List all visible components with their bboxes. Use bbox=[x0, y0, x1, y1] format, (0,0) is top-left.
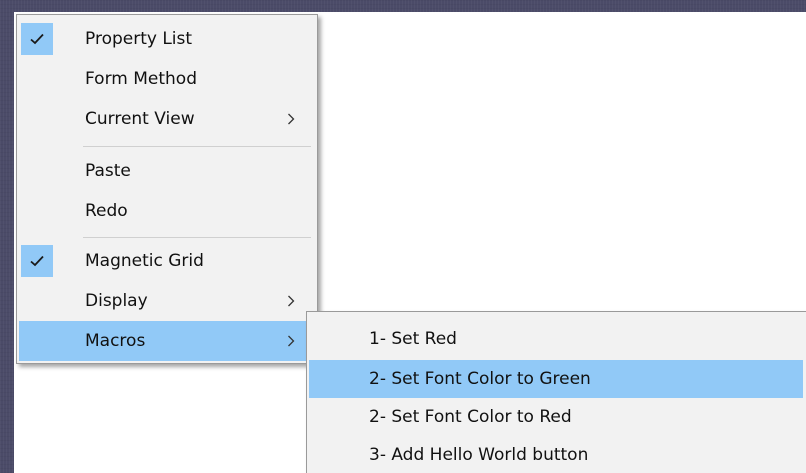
menu-item-label: Paste bbox=[85, 161, 131, 181]
menu-item-current-view[interactable]: Current View bbox=[19, 99, 315, 139]
menu-item-display[interactable]: Display bbox=[19, 281, 315, 321]
checkmark-icon bbox=[30, 33, 44, 45]
menu-item-label: Current View bbox=[85, 109, 195, 129]
macros-submenu: 1- Set Red 2- Set Font Color to Green 2-… bbox=[306, 311, 806, 473]
menu-item-label: 3- Add Hello World button bbox=[369, 445, 589, 465]
chevron-right-icon bbox=[288, 113, 295, 125]
menu-item-label: 2- Set Font Color to Red bbox=[369, 407, 572, 427]
menu-item-label: Macros bbox=[85, 331, 146, 351]
menu-item-label: 2- Set Font Color to Green bbox=[369, 369, 591, 389]
chevron-right-icon bbox=[288, 335, 295, 347]
macro-item-set-font-color-red[interactable]: 2- Set Font Color to Red bbox=[309, 398, 803, 436]
menu-separator bbox=[83, 237, 311, 238]
menu-item-form-method[interactable]: Form Method bbox=[19, 59, 315, 99]
menu-item-label: Display bbox=[85, 291, 148, 311]
menu-item-label: Magnetic Grid bbox=[85, 251, 204, 271]
menu-item-property-list[interactable]: Property List bbox=[19, 19, 315, 59]
checkmark-icon bbox=[30, 255, 44, 267]
menu-item-redo[interactable]: Redo bbox=[19, 191, 315, 231]
context-menu: Property List Form Method Current View P… bbox=[16, 14, 318, 364]
menu-item-label: Form Method bbox=[85, 69, 197, 89]
menu-item-label: 1- Set Red bbox=[369, 329, 457, 349]
menu-item-magnetic-grid[interactable]: Magnetic Grid bbox=[19, 241, 315, 281]
macro-item-add-hello-world-button[interactable]: 3- Add Hello World button bbox=[309, 436, 803, 473]
chevron-right-icon bbox=[288, 295, 295, 307]
check-mark-box bbox=[21, 23, 53, 55]
menu-item-label: Property List bbox=[85, 29, 193, 49]
check-mark-box bbox=[21, 245, 53, 277]
menu-item-macros[interactable]: Macros bbox=[19, 321, 315, 361]
menu-item-label: Redo bbox=[85, 201, 128, 221]
menu-separator bbox=[83, 146, 311, 147]
macro-item-set-font-color-green[interactable]: 2- Set Font Color to Green bbox=[309, 360, 803, 398]
menu-item-paste[interactable]: Paste bbox=[19, 151, 315, 191]
macro-item-set-red[interactable]: 1- Set Red bbox=[309, 320, 803, 358]
